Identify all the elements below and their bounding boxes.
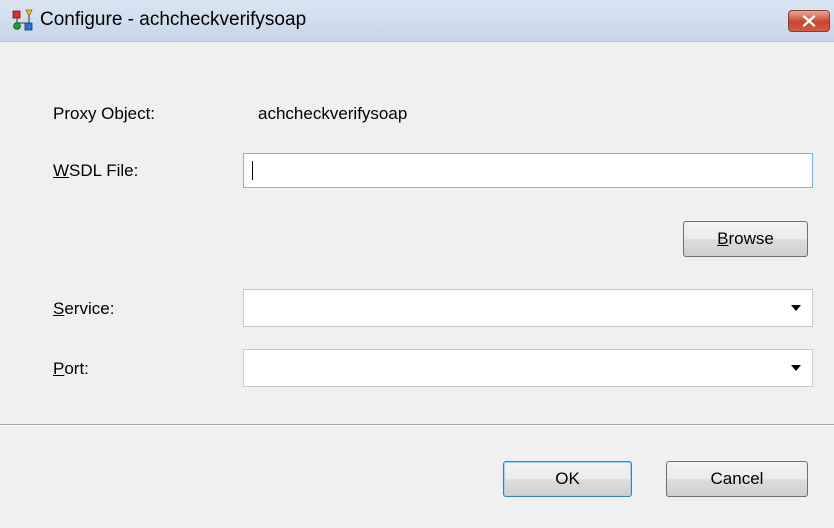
ok-button[interactable]: OK (503, 461, 632, 497)
chevron-down-icon (791, 305, 801, 311)
close-icon (802, 15, 816, 27)
service-dropdown[interactable] (243, 289, 813, 327)
divider (0, 424, 834, 426)
port-dropdown[interactable] (243, 349, 813, 387)
port-label: Port: (53, 359, 89, 378)
text-caret (252, 161, 253, 180)
chevron-down-icon (791, 365, 801, 371)
configure-dialog: Configure - achcheckverifysoap Proxy Obj… (0, 0, 834, 528)
browse-button[interactable]: Browse (683, 221, 808, 257)
close-button[interactable] (788, 10, 830, 32)
wsdl-file-input[interactable] (243, 153, 813, 188)
wsdl-file-label: WSDL File: (53, 161, 139, 180)
window-title: Configure - achcheckverifysoap (40, 9, 307, 30)
title-bar[interactable]: Configure - achcheckverifysoap (0, 0, 834, 42)
cancel-button[interactable]: Cancel (666, 461, 808, 497)
proxy-object-label: Proxy Object: (53, 104, 156, 123)
proxy-object-value: achcheckverifysoap (258, 104, 408, 123)
service-label: Service: (53, 299, 115, 318)
app-icon (12, 9, 34, 31)
